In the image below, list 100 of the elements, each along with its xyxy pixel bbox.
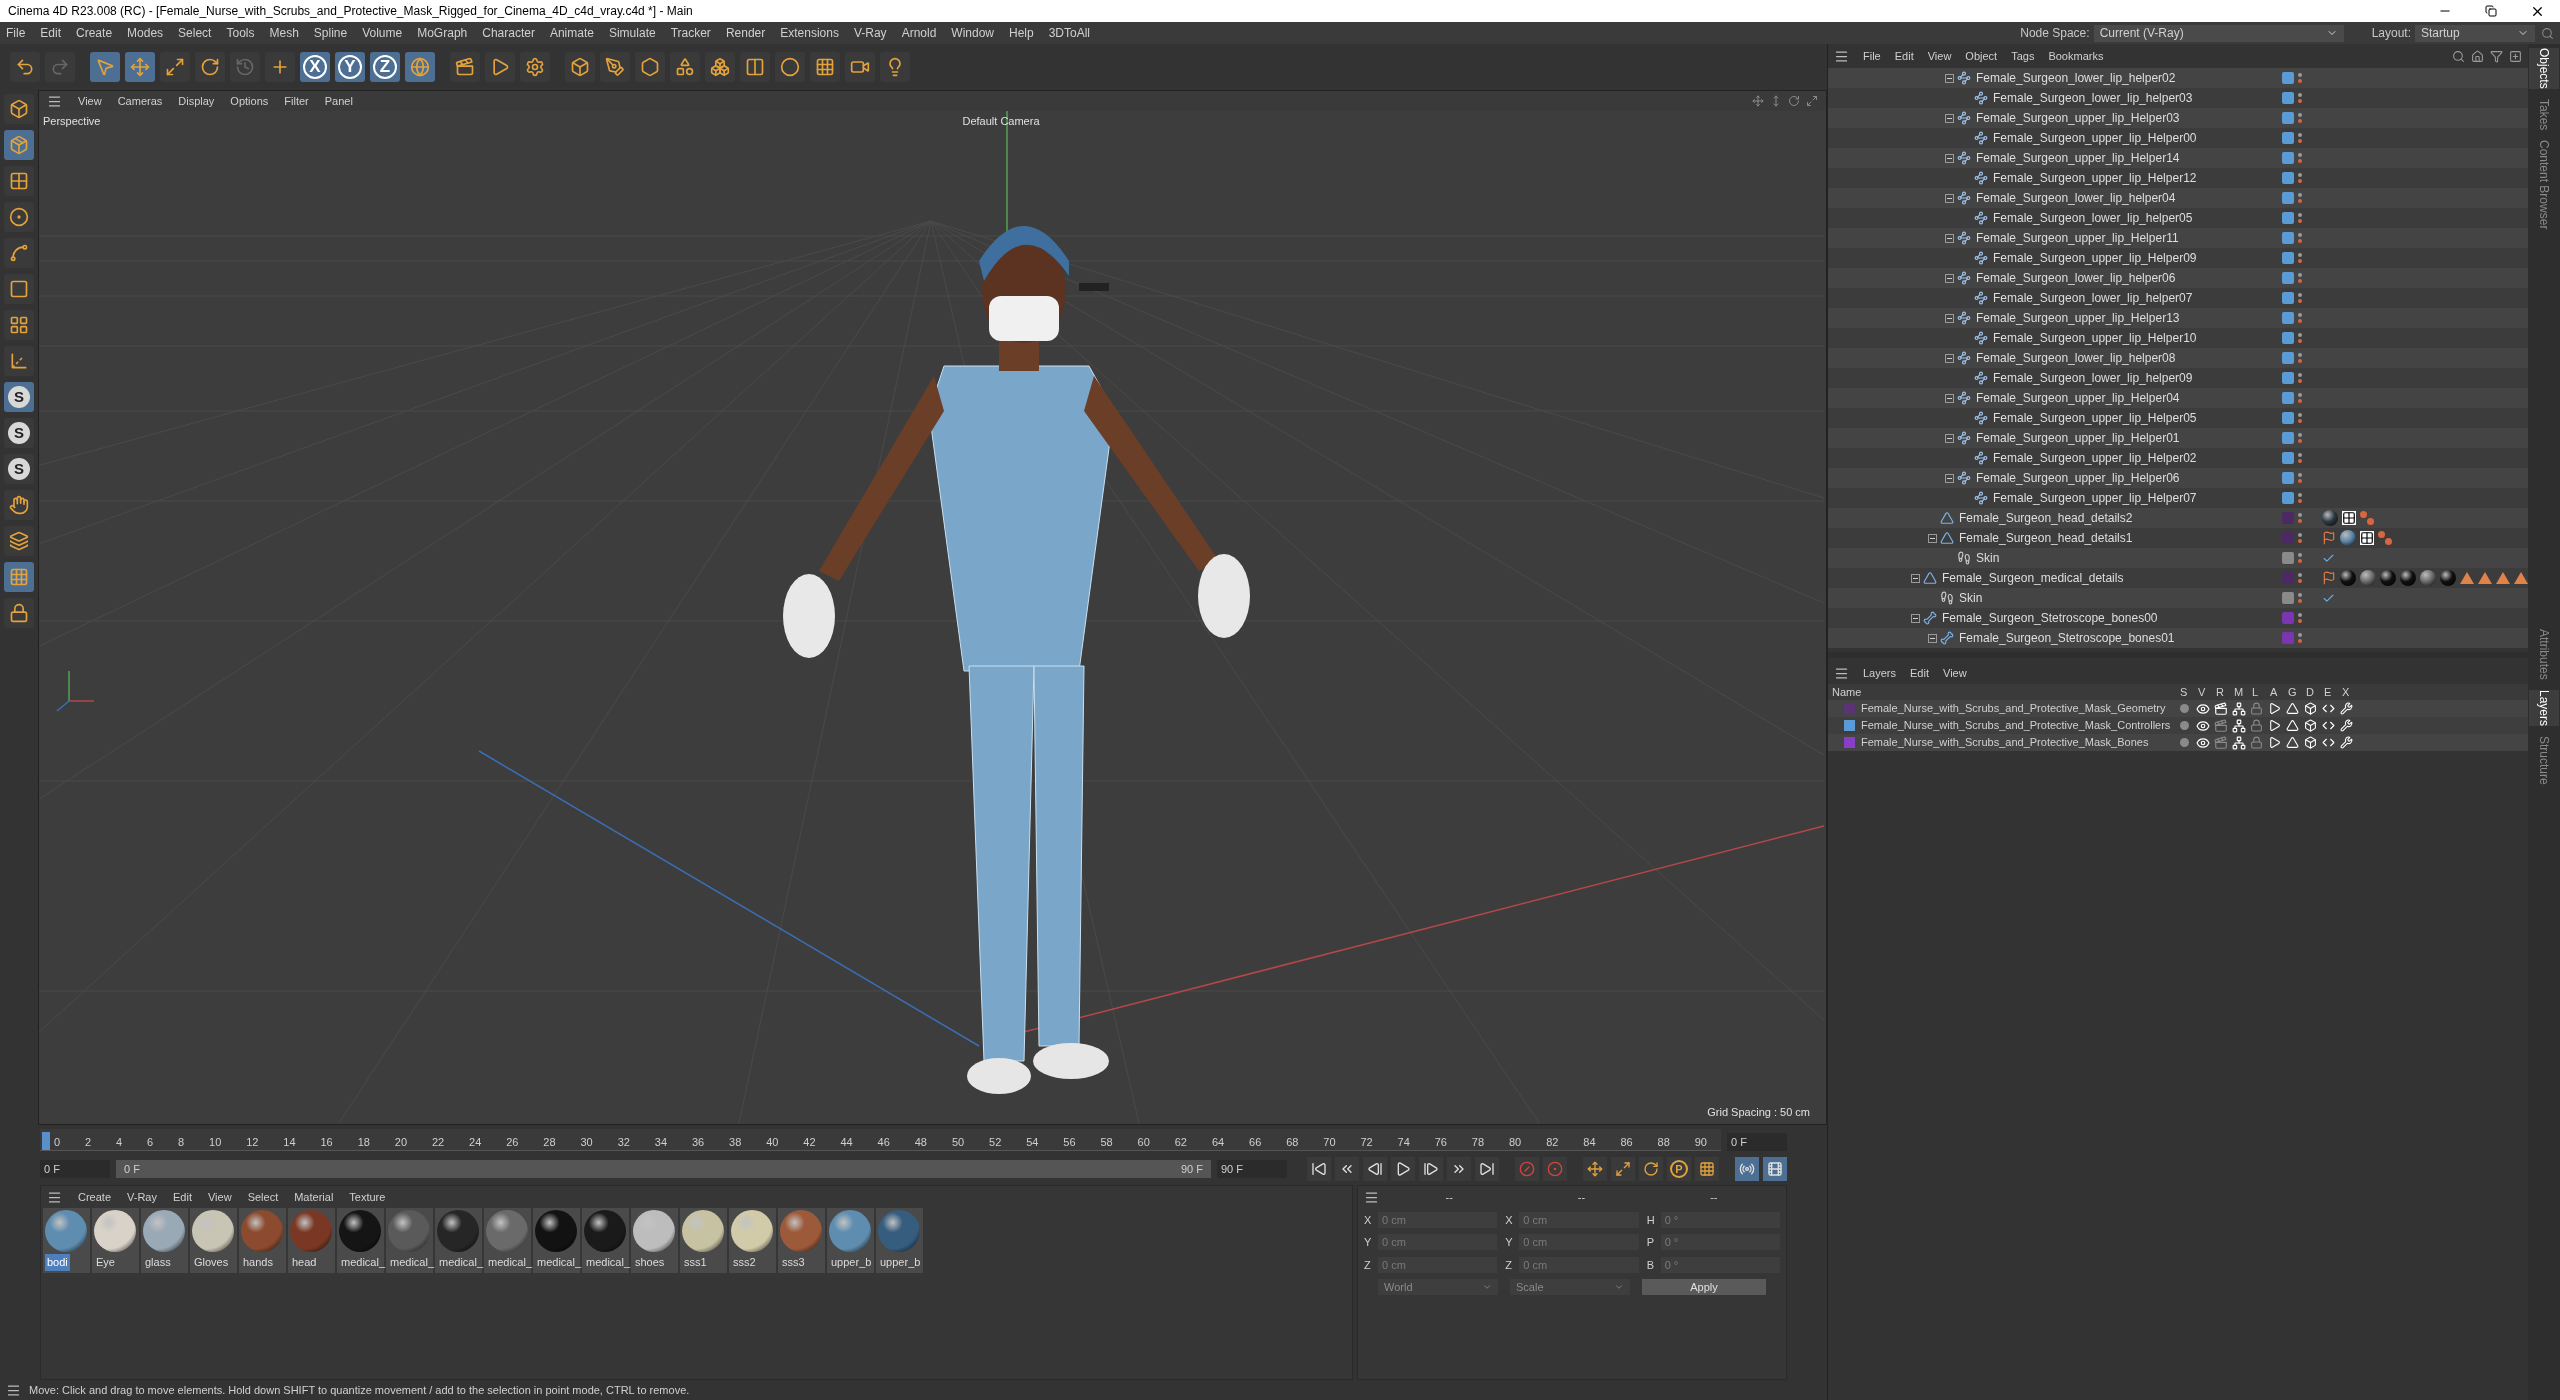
object-name[interactable]: Female_Surgeon_upper_lip_Helper13 bbox=[1976, 309, 2180, 327]
visibility-dots-icon[interactable] bbox=[2298, 173, 2302, 183]
side-tab[interactable]: Content Browser bbox=[2529, 140, 2559, 230]
tweak-mode-button[interactable] bbox=[4, 490, 34, 520]
object-name[interactable]: Female_Surgeon_upper_lip_Helper10 bbox=[1993, 329, 2197, 347]
eye-icon[interactable] bbox=[2196, 718, 2210, 733]
field-button[interactable] bbox=[775, 52, 805, 82]
animation-icon[interactable] bbox=[2268, 719, 2281, 732]
object-name[interactable]: Female_Surgeon_upper_lip_Helper00 bbox=[1993, 129, 2197, 147]
checker-icon[interactable] bbox=[2360, 531, 2374, 545]
object-name[interactable]: Female_Surgeon_lower_lip_helper09 bbox=[1993, 369, 2193, 387]
object-name[interactable]: Female_Surgeon_medical_details bbox=[1942, 569, 2124, 587]
collapse-icon[interactable] bbox=[1945, 393, 1954, 403]
visibility-dots-icon[interactable] bbox=[2298, 573, 2302, 583]
collapse-icon[interactable] bbox=[1911, 573, 1920, 583]
viewport-menu-item[interactable]: View bbox=[78, 92, 102, 110]
visibility-dots-icon[interactable] bbox=[2298, 633, 2302, 643]
object-name[interactable]: Female_Surgeon_lower_lip_helper07 bbox=[1993, 289, 2193, 307]
object-row[interactable]: Female_Surgeon_lower_lip_helper03 bbox=[1828, 88, 2528, 108]
object-row[interactable]: Female_Surgeon_upper_lip_Helper09 bbox=[1828, 248, 2528, 268]
camera-button[interactable] bbox=[845, 52, 875, 82]
next-key-button[interactable] bbox=[1447, 1157, 1471, 1181]
visibility-dots-icon[interactable] bbox=[2298, 73, 2302, 83]
triangle-icon[interactable] bbox=[2496, 572, 2510, 584]
object-row[interactable]: Skin bbox=[1828, 548, 2528, 568]
dots-icon[interactable] bbox=[2378, 531, 2392, 545]
material-menu-item[interactable]: V-Ray bbox=[127, 1188, 157, 1206]
collapse-icon[interactable] bbox=[1945, 473, 1954, 483]
checker-icon[interactable] bbox=[2342, 511, 2356, 525]
material-tag-icon[interactable] bbox=[2360, 570, 2376, 586]
menu-item[interactable]: Select bbox=[178, 24, 212, 42]
layout-dropdown[interactable]: Startup bbox=[2415, 24, 2535, 42]
world-button[interactable] bbox=[405, 52, 435, 82]
viewport-menu-item[interactable]: Cameras bbox=[117, 92, 163, 110]
visibility-dots-icon[interactable] bbox=[2298, 613, 2302, 623]
collapse-icon[interactable] bbox=[1945, 433, 1954, 443]
select-button[interactable] bbox=[90, 52, 120, 82]
end-frame-field[interactable]: 90 F bbox=[1217, 1160, 1287, 1178]
maximize-icon[interactable] bbox=[1806, 95, 1818, 107]
visibility-dots-icon[interactable] bbox=[2298, 133, 2302, 143]
object-row[interactable]: Female_Surgeon_upper_lip_Helper01 bbox=[1828, 428, 2528, 448]
material-swatch[interactable]: medical_ bbox=[435, 1208, 482, 1273]
layer-name[interactable]: Female_Nurse_with_Scrubs_and_Protective_Mask_Geometry bbox=[1861, 700, 2166, 717]
object-name[interactable]: Female_Surgeon_lower_lip_helper04 bbox=[1976, 189, 2176, 207]
object-row[interactable]: Female_Surgeon_lower_lip_helper05 bbox=[1828, 208, 2528, 228]
eye-icon[interactable] bbox=[2196, 735, 2210, 750]
record-button[interactable] bbox=[1543, 1157, 1567, 1181]
workplane-mode-button[interactable] bbox=[4, 526, 34, 556]
visibility-dots-icon[interactable] bbox=[2298, 433, 2302, 443]
viewport-menu-item[interactable]: Display bbox=[178, 92, 215, 110]
key-parameter-button[interactable]: P bbox=[1667, 1157, 1691, 1181]
axis-lock-button[interactable]: Z bbox=[370, 52, 400, 82]
object-row[interactable]: Female_Surgeon_upper_lip_Helper04 bbox=[1828, 388, 2528, 408]
object-menu-item[interactable]: Tags bbox=[2011, 47, 2035, 65]
object-row[interactable]: Female_Surgeon_upper_lip_Helper10 bbox=[1828, 328, 2528, 348]
menu-item[interactable]: Help bbox=[1009, 24, 1034, 42]
object-name[interactable]: Skin bbox=[1959, 589, 1983, 607]
motion-button[interactable] bbox=[1735, 1157, 1759, 1181]
uv-mode-button[interactable] bbox=[4, 310, 34, 340]
material-swatch[interactable]: upper_b bbox=[827, 1208, 874, 1273]
object-name[interactable]: Female_Surgeon_upper_lip_Helper14 bbox=[1976, 149, 2180, 167]
collapse-icon[interactable] bbox=[1928, 533, 1937, 543]
object-row[interactable]: Female_Surgeon_upper_lip_Helper11 bbox=[1828, 228, 2528, 248]
frame-range-bar[interactable]: 0 F 90 F bbox=[116, 1160, 1211, 1178]
axis-mode-button[interactable] bbox=[4, 346, 34, 376]
object-row[interactable]: Female_Surgeon_upper_lip_Helper00 bbox=[1828, 128, 2528, 148]
material-tag-icon[interactable] bbox=[2380, 570, 2396, 586]
render-region-button[interactable] bbox=[450, 52, 480, 82]
material-menu-item[interactable]: Select bbox=[247, 1188, 279, 1206]
auto-key-button[interactable] bbox=[1515, 1157, 1539, 1181]
next-button[interactable] bbox=[1419, 1157, 1443, 1181]
last-button[interactable] bbox=[1475, 1157, 1499, 1181]
material-swatch[interactable]: medical_ bbox=[484, 1208, 531, 1273]
play-button[interactable] bbox=[1391, 1157, 1415, 1181]
menu-icon[interactable] bbox=[47, 1189, 62, 1205]
key-rotation-button[interactable] bbox=[1639, 1157, 1663, 1181]
object-row[interactable]: Female_Surgeon_upper_lip_Helper06 bbox=[1828, 468, 2528, 488]
menu-item[interactable]: Extensions bbox=[780, 24, 839, 42]
object-name[interactable]: Female_Surgeon_upper_lip_Helper07 bbox=[1993, 489, 2197, 507]
material-swatch[interactable]: Gloves bbox=[190, 1208, 237, 1273]
flag-icon[interactable] bbox=[2322, 571, 2336, 585]
object-name[interactable]: Female_Surgeon_head_details1 bbox=[1959, 529, 2133, 547]
deformer-button[interactable] bbox=[740, 52, 770, 82]
visibility-dots-icon[interactable] bbox=[2298, 413, 2302, 423]
object-row[interactable]: Female_Surgeon_lower_lip_helper07 bbox=[1828, 288, 2528, 308]
material-tag-icon[interactable] bbox=[2340, 530, 2356, 546]
object-row[interactable]: Female_Surgeon_upper_lip_Helper07 bbox=[1828, 488, 2528, 508]
layer-row[interactable]: Female_Nurse_with_Scrubs_and_Protective_Mask_Controllers bbox=[1828, 717, 2528, 734]
object-menu-item[interactable]: Bookmarks bbox=[2048, 47, 2104, 65]
side-tab[interactable]: Layers bbox=[2529, 690, 2559, 727]
object-name[interactable]: Female_Surgeon_lower_lip_helper03 bbox=[1993, 89, 2193, 107]
object-name[interactable]: Female_Surgeon_upper_lip_Helper06 bbox=[1976, 469, 2180, 487]
subdivide-button[interactable] bbox=[635, 52, 665, 82]
material-swatch[interactable]: sss1 bbox=[680, 1208, 727, 1273]
edges-mode-button[interactable] bbox=[4, 238, 34, 268]
object-row[interactable]: Female_Surgeon_lower_lip_helper02 bbox=[1828, 68, 2528, 88]
menu-item[interactable]: Tools bbox=[226, 24, 255, 42]
material-tag-icon[interactable] bbox=[2440, 570, 2456, 586]
grid-mode-button[interactable] bbox=[4, 562, 34, 592]
object-row[interactable]: Female_Surgeon_upper_lip_Helper03 bbox=[1828, 108, 2528, 128]
